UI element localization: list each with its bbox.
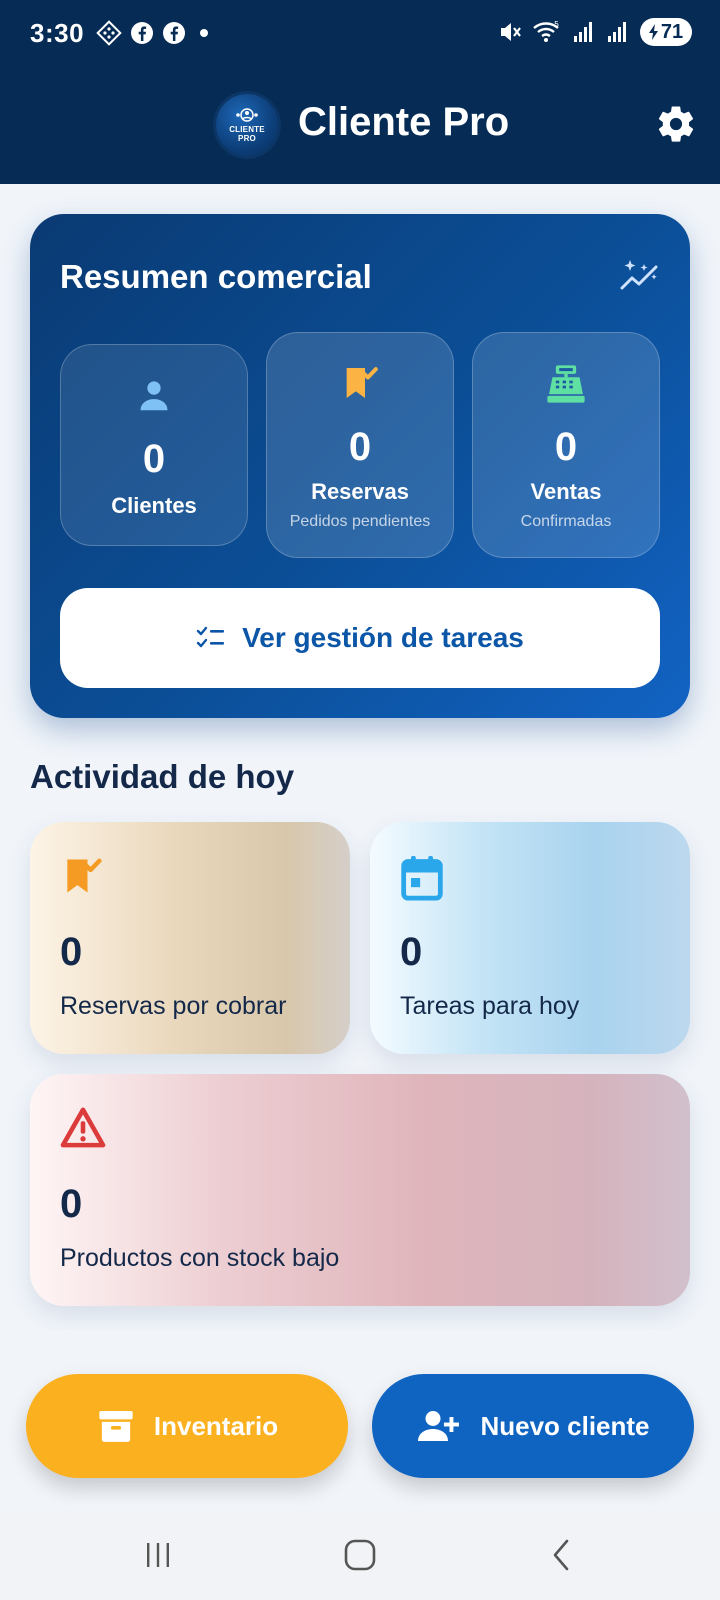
view-tasks-button[interactable]: Ver gestión de tareas bbox=[60, 588, 660, 688]
app-title: Cliente Pro bbox=[298, 100, 510, 144]
stat-ventas[interactable]: 0 Ventas Confirmadas bbox=[472, 332, 660, 558]
checklist-icon bbox=[196, 626, 225, 648]
today-card-label: Productos con stock bajo bbox=[60, 1244, 340, 1272]
wifi-icon: 5 bbox=[533, 20, 559, 42]
nav-recents-button[interactable] bbox=[128, 1530, 188, 1580]
stat-label: Reservas bbox=[311, 479, 409, 504]
new-client-label: Nuevo cliente bbox=[480, 1410, 650, 1441]
stat-clientes[interactable]: 0 Clientes bbox=[60, 344, 248, 546]
summary-title: Resumen comercial bbox=[60, 258, 372, 295]
facebook-icon bbox=[131, 22, 153, 44]
add-person-icon bbox=[418, 1411, 460, 1441]
calendar-icon bbox=[400, 854, 444, 907]
gear-icon bbox=[658, 106, 694, 142]
home-icon bbox=[344, 1539, 376, 1571]
logo-emblem-icon bbox=[236, 108, 258, 122]
new-client-button[interactable]: Nuevo cliente bbox=[372, 1374, 694, 1478]
stat-value: 0 bbox=[142, 437, 166, 481]
dots-diamond-icon bbox=[96, 20, 122, 46]
person-icon bbox=[61, 377, 247, 415]
recents-icon bbox=[147, 1543, 169, 1567]
system-nav-bar bbox=[0, 1510, 720, 1600]
mute-icon bbox=[501, 23, 521, 41]
facebook-icon bbox=[163, 22, 185, 44]
battery-icon: 71 bbox=[640, 18, 692, 46]
nav-home-button[interactable] bbox=[330, 1530, 390, 1580]
logo-text: CLIENTE PRO bbox=[229, 125, 265, 143]
app-bar: CLIENTE PRO Cliente Pro bbox=[0, 70, 720, 184]
status-bar: 3:30 5 71 bbox=[0, 0, 720, 70]
warning-icon bbox=[60, 1106, 106, 1153]
today-card-stock[interactable]: 0 Productos con stock bajo bbox=[30, 1074, 690, 1306]
today-card-value: 0 bbox=[400, 930, 423, 974]
view-tasks-label: Ver gestión de tareas bbox=[242, 622, 524, 653]
charging-icon bbox=[648, 24, 658, 40]
signal-icon bbox=[608, 22, 626, 42]
dot-icon bbox=[200, 29, 208, 37]
today-section-title: Actividad de hoy bbox=[30, 758, 295, 795]
sparkle-chart-icon bbox=[618, 256, 660, 297]
svg-text:5: 5 bbox=[554, 20, 559, 29]
back-icon bbox=[553, 1539, 569, 1571]
stat-value: 0 bbox=[554, 425, 578, 469]
stat-reservas[interactable]: 0 Reservas Pedidos pendientes bbox=[266, 332, 454, 558]
today-card-value: 0 bbox=[60, 1182, 83, 1226]
bookmark-check-icon bbox=[60, 854, 104, 903]
nav-back-button[interactable] bbox=[532, 1530, 592, 1580]
status-left-icons bbox=[96, 20, 210, 46]
status-right-icons: 5 71 bbox=[498, 18, 692, 46]
inventory-label: Inventario bbox=[153, 1410, 279, 1441]
stat-sublabel: Confirmadas bbox=[520, 513, 612, 530]
status-time: 3:30 bbox=[30, 18, 85, 48]
app-logo: CLIENTE PRO bbox=[216, 94, 278, 156]
archive-box-icon bbox=[99, 1411, 133, 1442]
stat-sublabel: Pedidos pendientes bbox=[289, 513, 431, 530]
summary-card: Resumen comercial 0 Clientes 0 Reservas bbox=[30, 214, 690, 718]
inventory-button[interactable]: Inventario bbox=[26, 1374, 348, 1478]
bookmark-check-icon bbox=[267, 363, 453, 403]
today-card-label: Reservas por cobrar bbox=[60, 992, 287, 1020]
stat-label: Clientes bbox=[111, 493, 197, 518]
stat-value: 0 bbox=[348, 425, 372, 469]
battery-level: 71 bbox=[660, 20, 684, 43]
stat-label: Ventas bbox=[530, 479, 602, 504]
cash-register-icon bbox=[473, 363, 659, 405]
today-card-tareas[interactable]: 0 Tareas para hoy bbox=[370, 822, 690, 1054]
settings-button[interactable] bbox=[650, 98, 702, 150]
today-card-label: Tareas para hoy bbox=[400, 992, 580, 1020]
today-card-value: 0 bbox=[60, 930, 83, 974]
signal-icon bbox=[574, 22, 592, 42]
today-card-reservas[interactable]: 0 Reservas por cobrar bbox=[30, 822, 350, 1054]
